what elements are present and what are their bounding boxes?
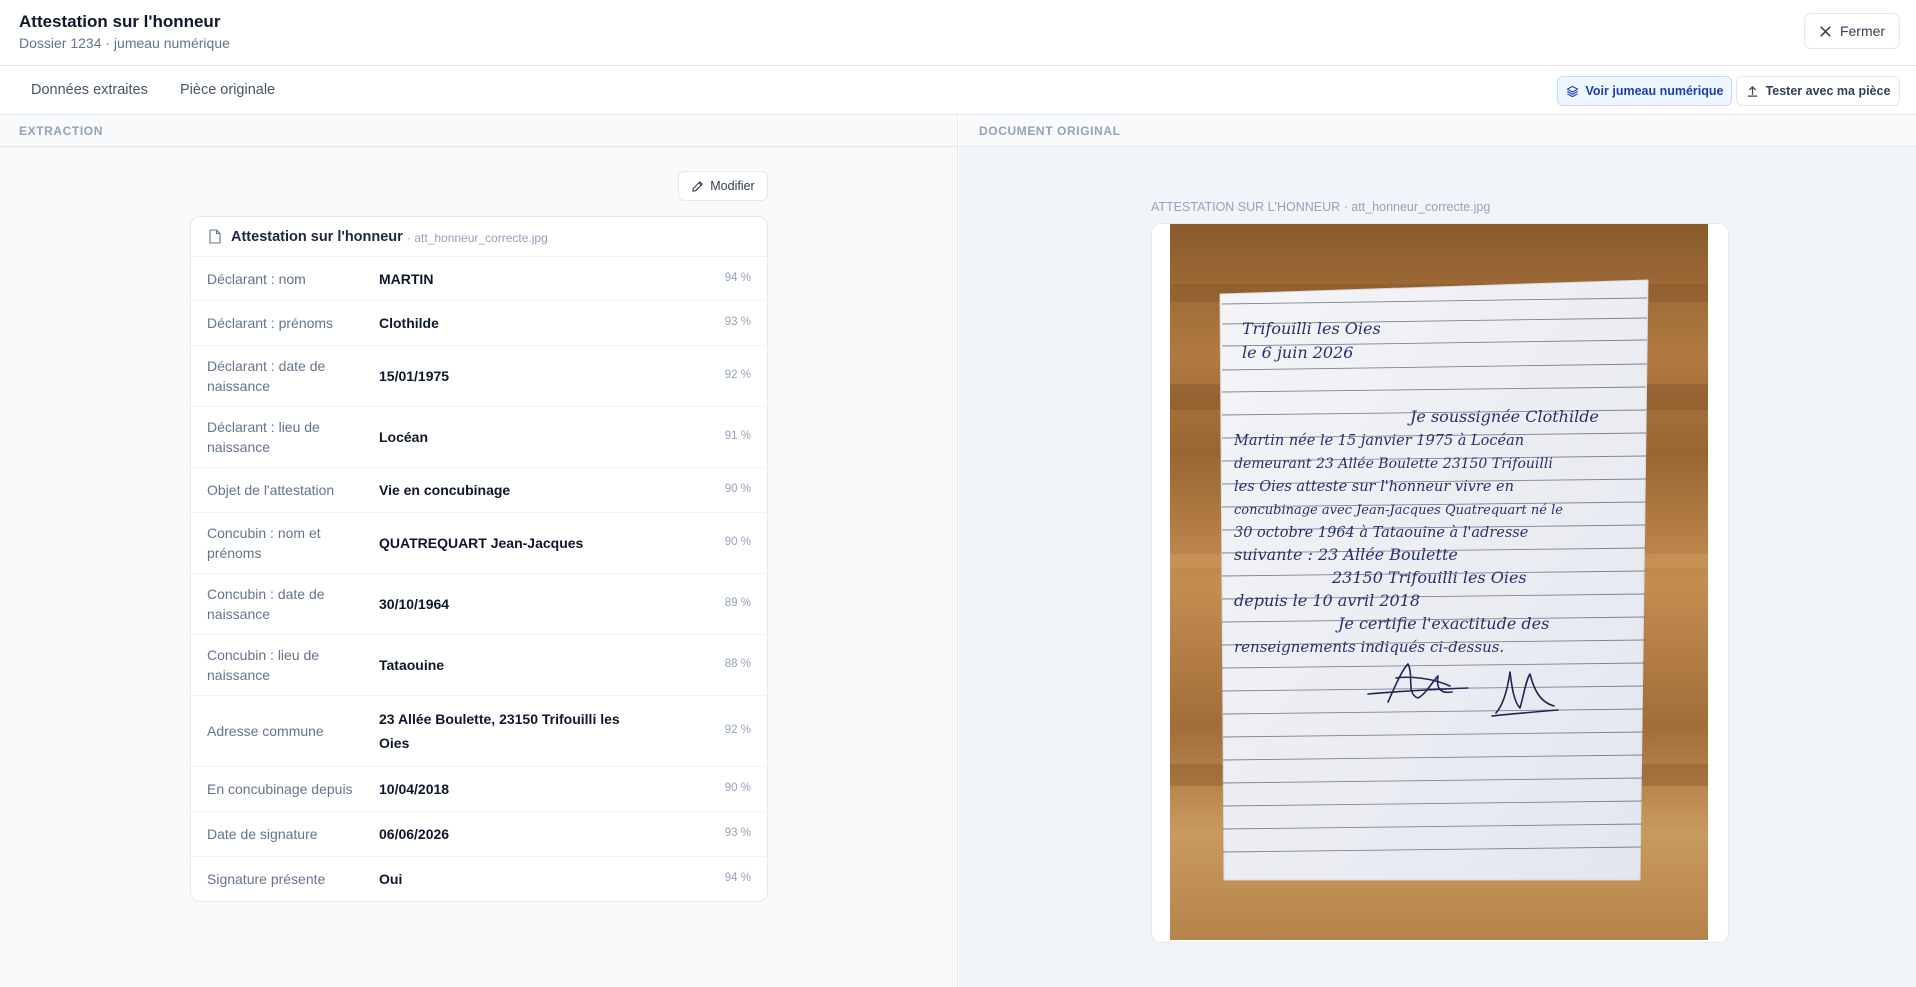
handwriting-line: Je soussignée Clothilde xyxy=(1407,407,1599,426)
field-confidence: 90 % xyxy=(724,536,751,548)
close-button-label: Fermer xyxy=(1839,23,1886,39)
field-value: 23 Allée Boulette, 23150 Trifouilli les … xyxy=(379,711,620,751)
field-confidence: 89 % xyxy=(724,597,751,609)
field-row: Déclarant : lieu de naissance Locéan 91 … xyxy=(191,407,767,468)
handwriting-line: suivante : 23 Allée Boulette xyxy=(1234,545,1458,564)
extraction-card-title: Attestation sur l'honneur xyxy=(231,229,403,245)
test-with-my-document-button[interactable]: Tester avec ma pièce xyxy=(1736,76,1900,106)
original-section-label: DOCUMENT ORIGINAL xyxy=(979,124,1121,138)
field-value: QUATREQUART Jean-Jacques xyxy=(379,535,584,551)
field-row: Adresse commune 23 Allée Boulette, 23150… xyxy=(191,696,767,767)
extraction-pane: EXTRACTION Modifier Attestation sur l'ho… xyxy=(0,115,958,987)
handwriting-line: demeurant 23 Allée Boulette 23150 Trifou… xyxy=(1234,456,1553,472)
extraction-pane-header: EXTRACTION xyxy=(0,115,957,147)
field-confidence: 92 % xyxy=(724,724,751,736)
field-label: Date de signature xyxy=(207,826,318,842)
field-value: Vie en concubinage xyxy=(379,482,511,498)
field-value: 30/10/1964 xyxy=(379,596,450,612)
field-confidence: 92 % xyxy=(724,369,751,381)
handwriting-line: 23150 Trifouilli les Oies xyxy=(1331,568,1527,587)
top-header: Attestation sur l'honneur Dossier 1234 ·… xyxy=(0,0,1916,66)
field-row: Objet de l'attestation Vie en concubinag… xyxy=(191,468,767,513)
field-confidence: 93 % xyxy=(724,316,751,328)
field-label: Concubin : lieu de naissance xyxy=(207,647,320,683)
tab-extracted-data[interactable]: Données extraites xyxy=(31,82,148,98)
field-label: Concubin : nom et prénoms xyxy=(207,525,321,561)
field-value: Locéan xyxy=(379,429,429,445)
close-icon xyxy=(1820,25,1831,37)
field-confidence: 94 % xyxy=(724,872,751,884)
field-row: En concubinage depuis 10/04/2018 90 % xyxy=(191,767,767,812)
handwriting-line: Martin née le 15 janvier 1975 à Locéan xyxy=(1233,433,1524,449)
field-confidence: 88 % xyxy=(724,658,751,670)
modify-button-label: Modifier xyxy=(710,179,755,193)
extraction-card: Attestation sur l'honneur · att_honneur_… xyxy=(190,216,768,902)
field-confidence: 94 % xyxy=(724,272,751,284)
view-digital-twin-label: Voir jumeau numérique xyxy=(1585,84,1724,98)
document-icon xyxy=(209,229,221,244)
field-row: Signature présente Oui 94 % xyxy=(191,857,767,901)
field-row: Concubin : date de naissance 30/10/1964 … xyxy=(191,574,767,635)
handwriting-line: les Oies atteste sur l'honneur vivre en xyxy=(1234,479,1514,495)
field-confidence: 93 % xyxy=(724,827,751,839)
preview-caption: ATTESTATION SUR L'HONNEUR · att_honneur_… xyxy=(1151,200,1491,214)
field-label: Adresse commune xyxy=(207,723,324,739)
page-title: Attestation sur l'honneur xyxy=(19,12,221,31)
field-value: 06/06/2026 xyxy=(379,826,450,842)
field-value: Oui xyxy=(379,871,403,887)
extraction-section-label: EXTRACTION xyxy=(19,124,103,138)
handwriting-line: renseignements indiqués ci-dessus. xyxy=(1234,638,1504,656)
test-with-my-document-label: Tester avec ma pièce xyxy=(1765,84,1891,98)
handwriting-line: depuis le 10 avril 2018 xyxy=(1234,591,1420,610)
field-label: Signature présente xyxy=(207,871,326,887)
field-value: 15/01/1975 xyxy=(379,368,450,384)
field-row: Déclarant : prénoms Clothilde 93 % xyxy=(191,301,767,346)
field-value: Tataouine xyxy=(379,657,445,673)
upload-icon xyxy=(1747,85,1757,97)
field-value: Clothilde xyxy=(379,315,439,331)
field-label: En concubinage depuis xyxy=(207,781,353,797)
extraction-card-filename: · att_honneur_correcte.jpg xyxy=(407,231,548,245)
handwriting-line: concubinage avec Jean-Jacques Quatrequar… xyxy=(1234,503,1563,518)
field-confidence: 90 % xyxy=(724,782,751,794)
page-subtitle: Dossier 1234 · jumeau numérique xyxy=(19,35,230,51)
handwriting-line: 30 octobre 1964 à Tataouine à l'adresse xyxy=(1234,525,1528,541)
handwriting-line: Trifouilli les Oies xyxy=(1242,319,1381,338)
field-row: Date de signature 06/06/2026 93 % xyxy=(191,812,767,857)
field-row: Déclarant : nom MARTIN 94 % xyxy=(191,257,767,301)
field-confidence: 90 % xyxy=(724,483,751,495)
tab-original-document[interactable]: Pièce originale xyxy=(180,82,275,98)
document-photo: Trifouilli les Oies le 6 juin 2026 Je so… xyxy=(1170,224,1708,940)
field-label: Déclarant : prénoms xyxy=(207,315,334,331)
field-row: Concubin : lieu de naissance Tataouine 8… xyxy=(191,635,767,696)
field-label: Déclarant : lieu de naissance xyxy=(207,419,320,455)
original-pane-header: DOCUMENT ORIGINAL xyxy=(959,115,1916,147)
view-digital-twin-button[interactable]: Voir jumeau numérique xyxy=(1557,76,1732,106)
modify-button[interactable]: Modifier xyxy=(678,171,768,201)
field-value: MARTIN xyxy=(379,271,434,287)
field-confidence: 91 % xyxy=(724,430,751,442)
field-label: Concubin : date de naissance xyxy=(207,586,325,622)
layers-icon xyxy=(1566,85,1578,97)
field-label: Objet de l'attestation xyxy=(207,482,335,498)
handwriting-line: Je certifie l'exactitude des xyxy=(1335,614,1549,633)
field-row: Déclarant : date de naissance 15/01/1975… xyxy=(191,346,767,407)
tab-bar: Données extraites Pièce originale Voir j… xyxy=(0,66,1916,115)
extraction-card-header: Attestation sur l'honneur · att_honneur_… xyxy=(191,217,767,257)
field-label: Déclarant : date de naissance xyxy=(207,358,326,394)
close-button[interactable]: Fermer xyxy=(1804,13,1900,49)
field-row: Concubin : nom et prénoms QUATREQUART Je… xyxy=(191,513,767,574)
pencil-icon xyxy=(692,180,703,192)
field-label: Déclarant : nom xyxy=(207,271,306,287)
field-value: 10/04/2018 xyxy=(379,781,450,797)
original-document-pane: DOCUMENT ORIGINAL ATTESTATION SUR L'HONN… xyxy=(959,115,1916,987)
handwriting-line: le 6 juin 2026 xyxy=(1242,343,1353,362)
